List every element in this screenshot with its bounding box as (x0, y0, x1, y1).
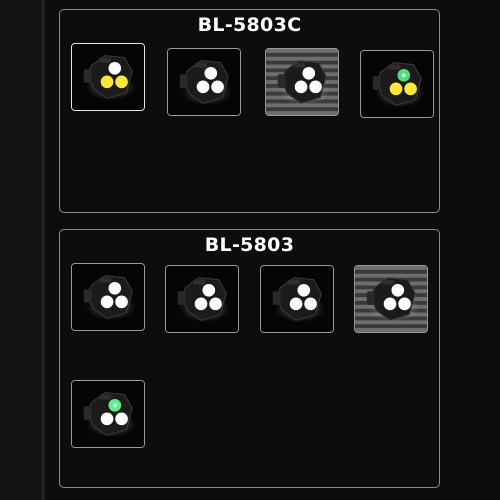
headlamp-image (166, 266, 238, 332)
sidebar-divider (42, 0, 44, 500)
section-bl-5803c: BL-5803C (59, 9, 440, 213)
section-title: BL-5803C (197, 14, 302, 36)
headlamp-image (72, 44, 144, 110)
headlamp-image (361, 51, 433, 117)
section-title: BL-5803 (204, 234, 295, 256)
product-thumbnail-bl-5803c-green-yellow[interactable] (360, 50, 434, 118)
headlamp-image (355, 266, 427, 332)
headlamp-image (72, 381, 144, 447)
product-thumbnail-bl-5803c-white-yellow-cob[interactable] (71, 43, 145, 111)
product-thumbnail-bl-5803-white-dark[interactable] (71, 263, 145, 331)
headlamp-image (72, 264, 144, 330)
section-bl-5803: BL-5803 (59, 229, 440, 488)
headlamp-image (266, 49, 338, 115)
product-thumbnail-bl-5803-white-bright[interactable] (260, 265, 334, 333)
product-thumbnail-bl-5803-white-striped[interactable] (354, 265, 428, 333)
headlamp-image (168, 49, 240, 115)
product-thumbnail-bl-5803-white-glow[interactable] (165, 265, 239, 333)
product-thumbnail-bl-5803-green-white[interactable] (71, 380, 145, 448)
left-sidebar-strip (0, 0, 46, 500)
headlamp-image (261, 266, 333, 332)
product-thumbnail-bl-5803c-white-striped[interactable] (265, 48, 339, 116)
product-thumbnail-bl-5803c-white-floodlight[interactable] (167, 48, 241, 116)
